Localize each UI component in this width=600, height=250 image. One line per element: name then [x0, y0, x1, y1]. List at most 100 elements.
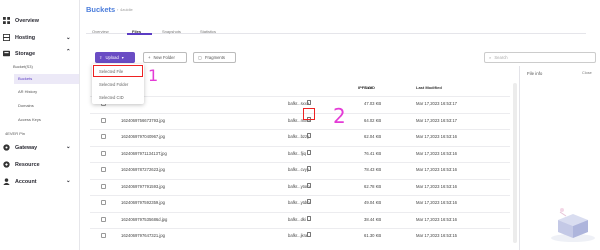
row-checkbox[interactable] — [101, 150, 106, 156]
last-modified: Mar 17,2023 16:53:16 — [416, 150, 457, 156]
table-row[interactable]: bafkr...sxxa 47.03 KB Mar 17,2023 16:53:17 — [90, 96, 510, 112]
nav-storage[interactable]: Storage — [3, 50, 35, 57]
nav-resource[interactable]: Resource — [3, 161, 40, 168]
table-row[interactable]: 1624069797592359.jpg bafkr...ytdm 49.04 KB… — [90, 195, 510, 211]
row-checkbox[interactable] — [101, 117, 106, 123]
bucket-group[interactable]: Bucket(S3) — [13, 64, 33, 69]
row-checkbox[interactable] — [101, 134, 106, 139]
nav-hosting[interactable]: Hosting — [3, 34, 35, 41]
sidebar-item-domains[interactable]: Domains — [18, 103, 34, 108]
ipfs-cid: bafkr...bzzy — [288, 134, 310, 139]
copy-icon[interactable] — [307, 199, 311, 204]
fragments-button[interactable]: ▢ Fragments — [193, 52, 236, 63]
copy-icon[interactable] — [307, 215, 311, 221]
row-checkbox[interactable] — [101, 216, 106, 222]
last-modified: Mar 17,2023 16:53:17 — [416, 101, 457, 106]
nav-resource-label: Resource — [15, 161, 40, 168]
row-checkbox[interactable] — [101, 200, 106, 205]
table-scrollbar[interactable] — [513, 83, 517, 243]
copy-highlight-box — [303, 108, 315, 120]
breadcrumb[interactable]: 4zuidie — [120, 7, 133, 12]
dropdown-selected-folder[interactable]: Selected Folder — [99, 82, 128, 87]
file-size: 62.04 KB — [364, 134, 382, 139]
row-checkbox[interactable] — [101, 183, 106, 189]
table-row[interactable]: 1624069797040967.jpg bafkr...bzzy 62.04 KB… — [90, 129, 510, 145]
chevron-up-icon[interactable]: ⌃ — [66, 49, 71, 55]
col-header-last-modified[interactable]: Last Modified — [416, 85, 442, 90]
ipfs-cid: bafkr...fjiq — [288, 150, 306, 156]
upload-button[interactable]: ⇪ Upload ▾ — [95, 52, 135, 63]
chevron-down-icon: ▾ — [121, 55, 124, 60]
last-modified: Mar 17,2023 16:53:16 — [416, 134, 457, 139]
sidebar-item-access-keys[interactable]: Access Keys — [18, 117, 41, 122]
tab-overview[interactable]: Overview — [92, 29, 109, 34]
new-folder-label: New Folder — [153, 55, 175, 60]
file-name: 1624069797535686d.jpg — [121, 216, 168, 222]
tab-bar — [86, 20, 586, 34]
chevron-down-icon[interactable]: ⌄ — [66, 178, 71, 184]
file-name: 1624069797791593.jpg — [121, 183, 166, 189]
last-modified: Mar 17,2023 16:53:17 — [416, 117, 457, 123]
copy-icon[interactable] — [307, 100, 311, 105]
table-row[interactable]: 1624069756673793.jpg bafkr...mxsa 64.02 KB… — [90, 112, 510, 129]
last-modified: Mar 17,2023 16:53:16 — [416, 200, 457, 205]
fragments-icon: ▢ — [198, 55, 202, 60]
tab-indicator — [127, 33, 152, 35]
table-row[interactable]: 1624069787272623.jpg bafkr...cvyy 78.43 KB… — [90, 162, 510, 178]
hosting-icon — [3, 34, 10, 41]
page-title: Buckets — [86, 5, 116, 14]
sidebar-item-ar-history[interactable]: AR History — [18, 89, 37, 94]
copy-icon[interactable] — [307, 232, 311, 237]
nav-account-label: Account — [15, 178, 37, 185]
file-size: 49.04 KB — [364, 200, 382, 205]
breadcrumb-separator: › — [117, 7, 119, 12]
file-name: 1624069756673793.jpg — [121, 117, 166, 123]
nav-gateway[interactable]: Gateway — [3, 144, 37, 151]
chevron-down-icon[interactable]: ⌄ — [66, 35, 71, 41]
nav-storage-label: Storage — [15, 50, 36, 57]
nav-overview[interactable]: Overview — [3, 17, 39, 24]
copy-icon[interactable] — [307, 149, 311, 155]
grid-icon — [3, 17, 10, 24]
dropdown-selected-cid[interactable]: Selected CID — [99, 95, 124, 100]
file-info-close[interactable]: Close — [582, 71, 592, 75]
account-icon — [3, 178, 10, 185]
file-size: 78.43 KB — [364, 167, 382, 172]
row-checkbox[interactable] — [101, 167, 106, 172]
last-modified: Mar 17,2023 16:53:16 — [416, 216, 457, 222]
search-placeholder: Search — [494, 55, 508, 60]
last-modified: Mar 17,2023 16:53:15 — [416, 233, 457, 238]
file-name: 1624069787272623.jpg — [121, 167, 166, 172]
chevron-down-icon[interactable]: ⌄ — [66, 144, 71, 150]
storage-icon — [3, 50, 10, 57]
nav-account[interactable]: Account — [3, 178, 37, 185]
file-name: 1624069797647321.jpg — [121, 233, 166, 238]
file-size: 62.78 KB — [364, 183, 382, 189]
fragments-label: Fragments — [204, 55, 225, 60]
file-size: 61.30 KB — [364, 233, 382, 238]
sidebar-item-4ever-pin[interactable]: 4EVER Pin — [5, 131, 25, 136]
upload-icon: ⇪ — [99, 55, 103, 60]
file-name: 1624069797113413T.jpg — [121, 150, 167, 156]
new-folder-button[interactable]: + New Folder — [143, 52, 187, 63]
sidebar-item-buckets[interactable]: Buckets — [14, 74, 79, 84]
table-row[interactable]: 1624069797535686d.jpg bafkr...dki 38.44 KB… — [90, 211, 510, 228]
nav-hosting-label: Hosting — [15, 34, 36, 41]
table-row[interactable]: 1624069797647321.jpg bafkr...jkra 61.30 KB… — [90, 228, 510, 244]
search-icon: ⌕ — [489, 55, 492, 60]
ipfs-cid: bafkr...jkra — [288, 233, 308, 238]
table-row[interactable]: 1624069797791593.jpg bafkr...ytom 62.78 KB… — [90, 178, 510, 195]
file-size: 76.41 KB — [364, 150, 382, 156]
tab-snapshots[interactable]: Snapshots — [162, 29, 181, 34]
table-row[interactable]: 1624069797113413T.jpg bafkr...fjiq 76.41 K… — [90, 145, 510, 162]
copy-icon[interactable] — [307, 182, 311, 188]
search-input[interactable]: ⌕ Search — [484, 52, 596, 63]
col-header-size[interactable]: Size — [364, 85, 372, 90]
tab-statistics[interactable]: Statistics — [200, 29, 216, 34]
copy-icon[interactable] — [307, 166, 311, 171]
copy-icon[interactable] — [307, 133, 311, 138]
file-size: 64.02 KB — [364, 117, 382, 123]
row-checkbox[interactable] — [101, 233, 106, 238]
upload-label: Upload — [105, 55, 119, 60]
nav-gateway-label: Gateway — [15, 144, 38, 151]
